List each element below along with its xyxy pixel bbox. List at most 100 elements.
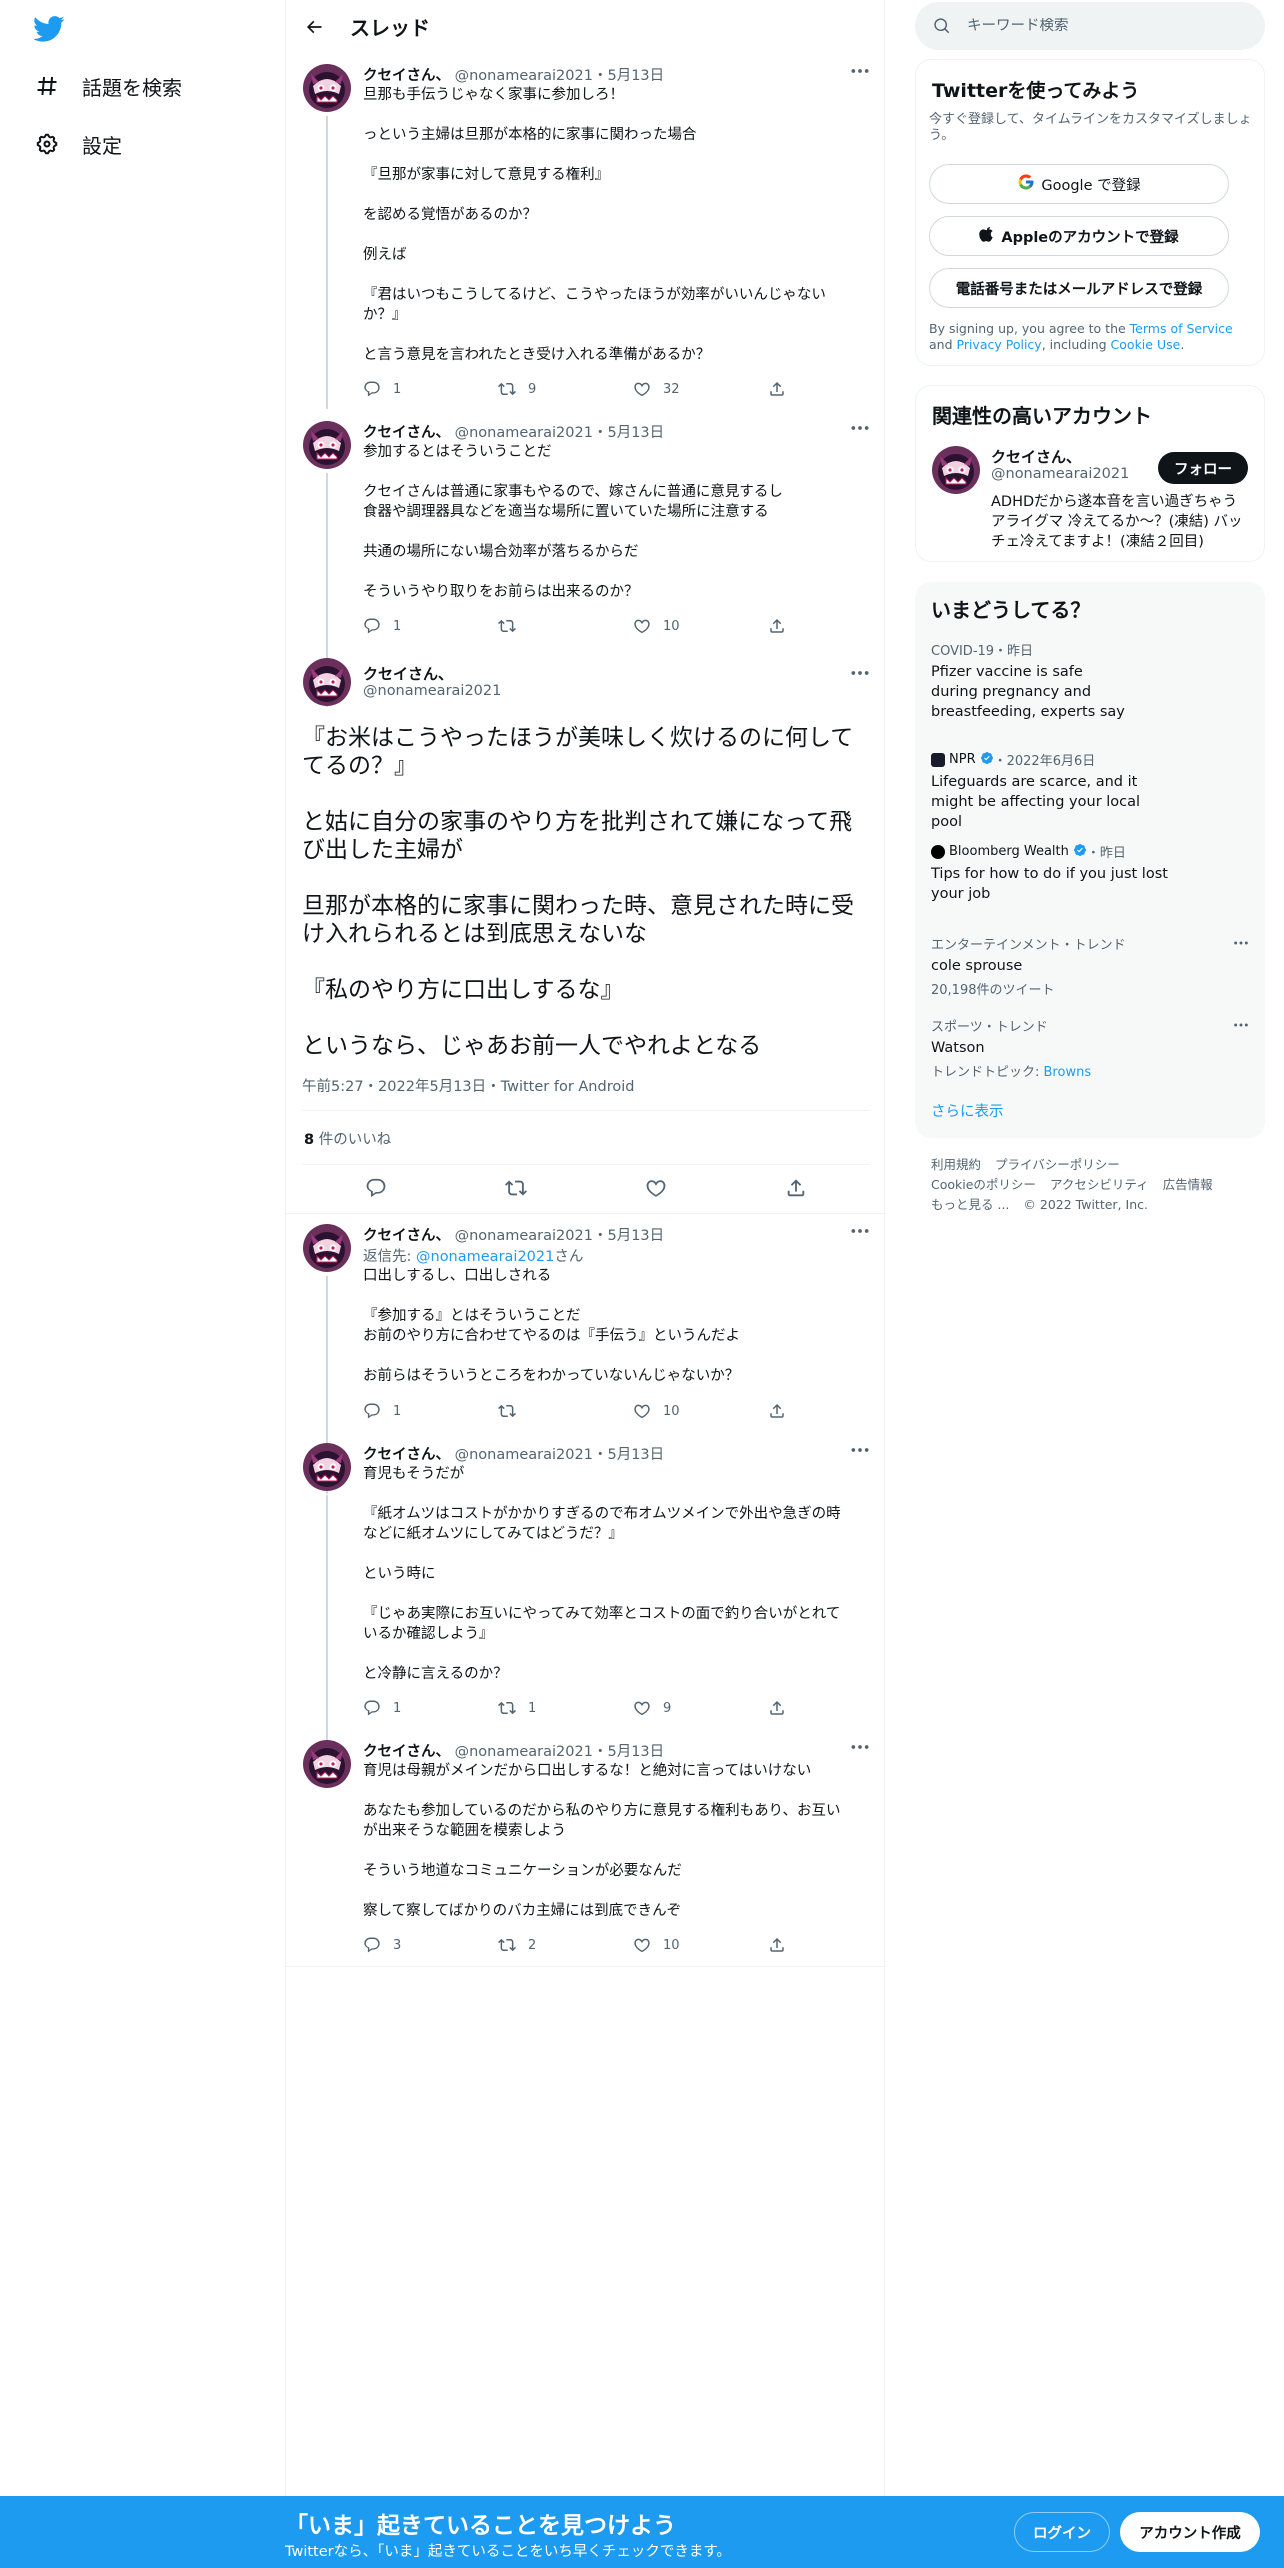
divider: [302, 1110, 870, 1111]
tweet-date[interactable]: 5月13日: [607, 1447, 664, 1463]
reply-button[interactable]: 1: [363, 379, 498, 399]
tweet-date[interactable]: 5月13日: [607, 68, 664, 84]
author-name[interactable]: クセイさん、: [363, 1744, 450, 1760]
nav-settings[interactable]: 設定: [34, 124, 122, 164]
login-button[interactable]: ログイン: [1014, 2512, 1110, 2552]
share-button[interactable]: [768, 1935, 788, 1955]
footer-link[interactable]: 利用規約: [931, 1157, 981, 1172]
author-name[interactable]: クセイさん、: [363, 1447, 450, 1463]
share-button[interactable]: [784, 1176, 808, 1200]
more-icon[interactable]: [1231, 1018, 1251, 1032]
avatar[interactable]: [303, 64, 351, 112]
tweet-timestamp[interactable]: 午前5:27・2022年5月13日・Twitter for Android: [302, 1075, 634, 1096]
author-handle[interactable]: @nonamearai2021: [363, 683, 501, 699]
author-handle[interactable]: @nonamearai2021: [455, 1228, 593, 1244]
more-icon[interactable]: [848, 1440, 872, 1460]
search-input[interactable]: [967, 18, 1227, 34]
share-button[interactable]: [768, 616, 788, 636]
share-button[interactable]: [768, 1698, 788, 1718]
search-box[interactable]: [915, 2, 1265, 50]
more-icon[interactable]: [848, 663, 872, 683]
show-more-link[interactable]: さらに表示: [931, 1100, 1004, 1121]
retweet-button[interactable]: 9: [498, 379, 633, 399]
reply-to-link[interactable]: @nonamearai2021: [416, 1249, 554, 1265]
author-handle[interactable]: @nonamearai2021: [455, 1744, 593, 1760]
retweet-button[interactable]: 2: [498, 1935, 633, 1955]
cookie-link[interactable]: Cookie Use: [1111, 337, 1181, 352]
like-button[interactable]: 32: [633, 379, 768, 399]
apple-signup-button[interactable]: Appleのアカウントで登録: [929, 216, 1229, 256]
tweet-line: いるか確認しよう』: [363, 1626, 494, 1642]
tweet-date[interactable]: 5月13日: [607, 425, 664, 441]
tweet-line: と言う意見を言われたとき受け入れる準備があるか？: [363, 347, 711, 363]
more-icon[interactable]: [848, 418, 872, 438]
follow-button[interactable]: フォロー: [1158, 452, 1248, 484]
trend-item[interactable]: Bloomberg Wealth ・昨日 Tips for how to do …: [931, 842, 1251, 904]
footer-link[interactable]: もっと見る ...: [931, 1197, 1009, 1212]
related-account-handle[interactable]: @nonamearai2021: [991, 466, 1129, 482]
tweet-line: 察して察してばかりのバカ主婦には到底できんぞ: [363, 1903, 682, 1919]
reply-button[interactable]: [364, 1176, 388, 1200]
tweet-date[interactable]: 5月13日: [607, 1228, 664, 1244]
share-button[interactable]: [768, 379, 788, 399]
reply-tweet[interactable]: クセイさん、 @nonamearai2021・5月13日 返信先: @nonam…: [286, 1221, 886, 1494]
avatar[interactable]: [932, 446, 980, 494]
retweet-button[interactable]: [498, 1401, 633, 1421]
like-button[interactable]: 10: [633, 1935, 768, 1955]
tweet-line: 旦那も手伝うじゃなく家事に参加しろ！: [363, 87, 624, 103]
author-name[interactable]: クセイさん、: [363, 1228, 450, 1244]
author-name[interactable]: クセイさん、: [363, 68, 450, 84]
nav-explore[interactable]: 話題を検索: [34, 66, 182, 106]
like-button[interactable]: 10: [633, 1401, 768, 1421]
more-icon[interactable]: [1231, 936, 1251, 950]
author-name[interactable]: クセイさん、: [363, 425, 450, 441]
avatar[interactable]: [303, 421, 351, 469]
retweet-button[interactable]: [498, 616, 633, 636]
retweet-button[interactable]: 1: [498, 1698, 633, 1718]
author-handle[interactable]: @nonamearai2021: [455, 425, 593, 441]
trend-topic-link[interactable]: Browns: [1044, 1065, 1092, 1080]
related-account-name[interactable]: クセイさん、: [991, 446, 1081, 467]
trend-item[interactable]: NPR ・2022年6月6日 Lifeguards are scarce, an…: [931, 750, 1251, 832]
privacy-link[interactable]: Privacy Policy: [957, 337, 1042, 352]
google-signup-button[interactable]: Google で登録: [929, 164, 1229, 204]
signup-button[interactable]: アカウント作成: [1120, 2512, 1260, 2552]
twitter-logo-icon[interactable]: [33, 15, 65, 43]
avatar[interactable]: [303, 1443, 351, 1491]
terms-link[interactable]: Terms of Service: [1130, 321, 1233, 336]
footer-link[interactable]: Cookieのポリシー: [931, 1177, 1036, 1192]
back-arrow-icon[interactable]: [296, 9, 332, 45]
trend-item[interactable]: エンターテインメント・トレンド cole sprouse 20,198件のツイー…: [931, 934, 1251, 998]
author-name[interactable]: クセイさん、: [363, 663, 453, 684]
phone-email-signup-button[interactable]: 電話番号またはメールアドレスで登録: [929, 268, 1229, 308]
avatar[interactable]: [303, 1740, 351, 1788]
avatar[interactable]: [303, 658, 351, 706]
thread-tweet[interactable]: クセイさん、 @nonamearai2021・5月13日 参加するとはそういうこ…: [286, 418, 886, 707]
reply-tweet[interactable]: クセイさん、 @nonamearai2021・5月13日 育児もそうだが 『紙オ…: [286, 1440, 886, 1787]
footer-link[interactable]: 広告情報: [1163, 1177, 1213, 1192]
retweet-button[interactable]: [504, 1176, 528, 1200]
reply-button[interactable]: 1: [363, 1401, 498, 1421]
more-icon[interactable]: [848, 61, 872, 81]
reply-button[interactable]: 1: [363, 616, 498, 636]
likes-summary[interactable]: 8 件のいいね: [304, 1128, 391, 1149]
trend-item[interactable]: スポーツ・トレンド Watson トレンドトピック: Browns: [931, 1016, 1251, 1080]
author-handle[interactable]: @nonamearai2021: [455, 1447, 593, 1463]
author-handle[interactable]: @nonamearai2021: [455, 68, 593, 84]
like-button[interactable]: 9: [633, 1698, 768, 1718]
reply-tweet[interactable]: クセイさん、 @nonamearai2021・5月13日 育児は母親がメインだか…: [286, 1740, 886, 1966]
like-button[interactable]: [644, 1176, 668, 1200]
footer-link[interactable]: プライバシーポリシー: [995, 1157, 1120, 1172]
more-icon[interactable]: [848, 1221, 872, 1241]
thread-tweet[interactable]: クセイさん、 @nonamearai2021・5月13日 旦那も手伝うじゃなく家…: [286, 64, 886, 409]
reply-button[interactable]: 1: [363, 1698, 498, 1718]
footer-link[interactable]: アクセシビリティ: [1050, 1177, 1149, 1192]
trend-item[interactable]: COVID-19・昨日 Pfizer vaccine is safe durin…: [931, 640, 1251, 722]
like-button[interactable]: 10: [633, 616, 768, 636]
more-icon[interactable]: [848, 1737, 872, 1757]
reply-button[interactable]: 3: [363, 1935, 498, 1955]
reply-icon: [365, 1177, 387, 1199]
share-button[interactable]: [768, 1401, 788, 1421]
avatar[interactable]: [303, 1224, 351, 1272]
tweet-date[interactable]: 5月13日: [607, 1744, 664, 1760]
